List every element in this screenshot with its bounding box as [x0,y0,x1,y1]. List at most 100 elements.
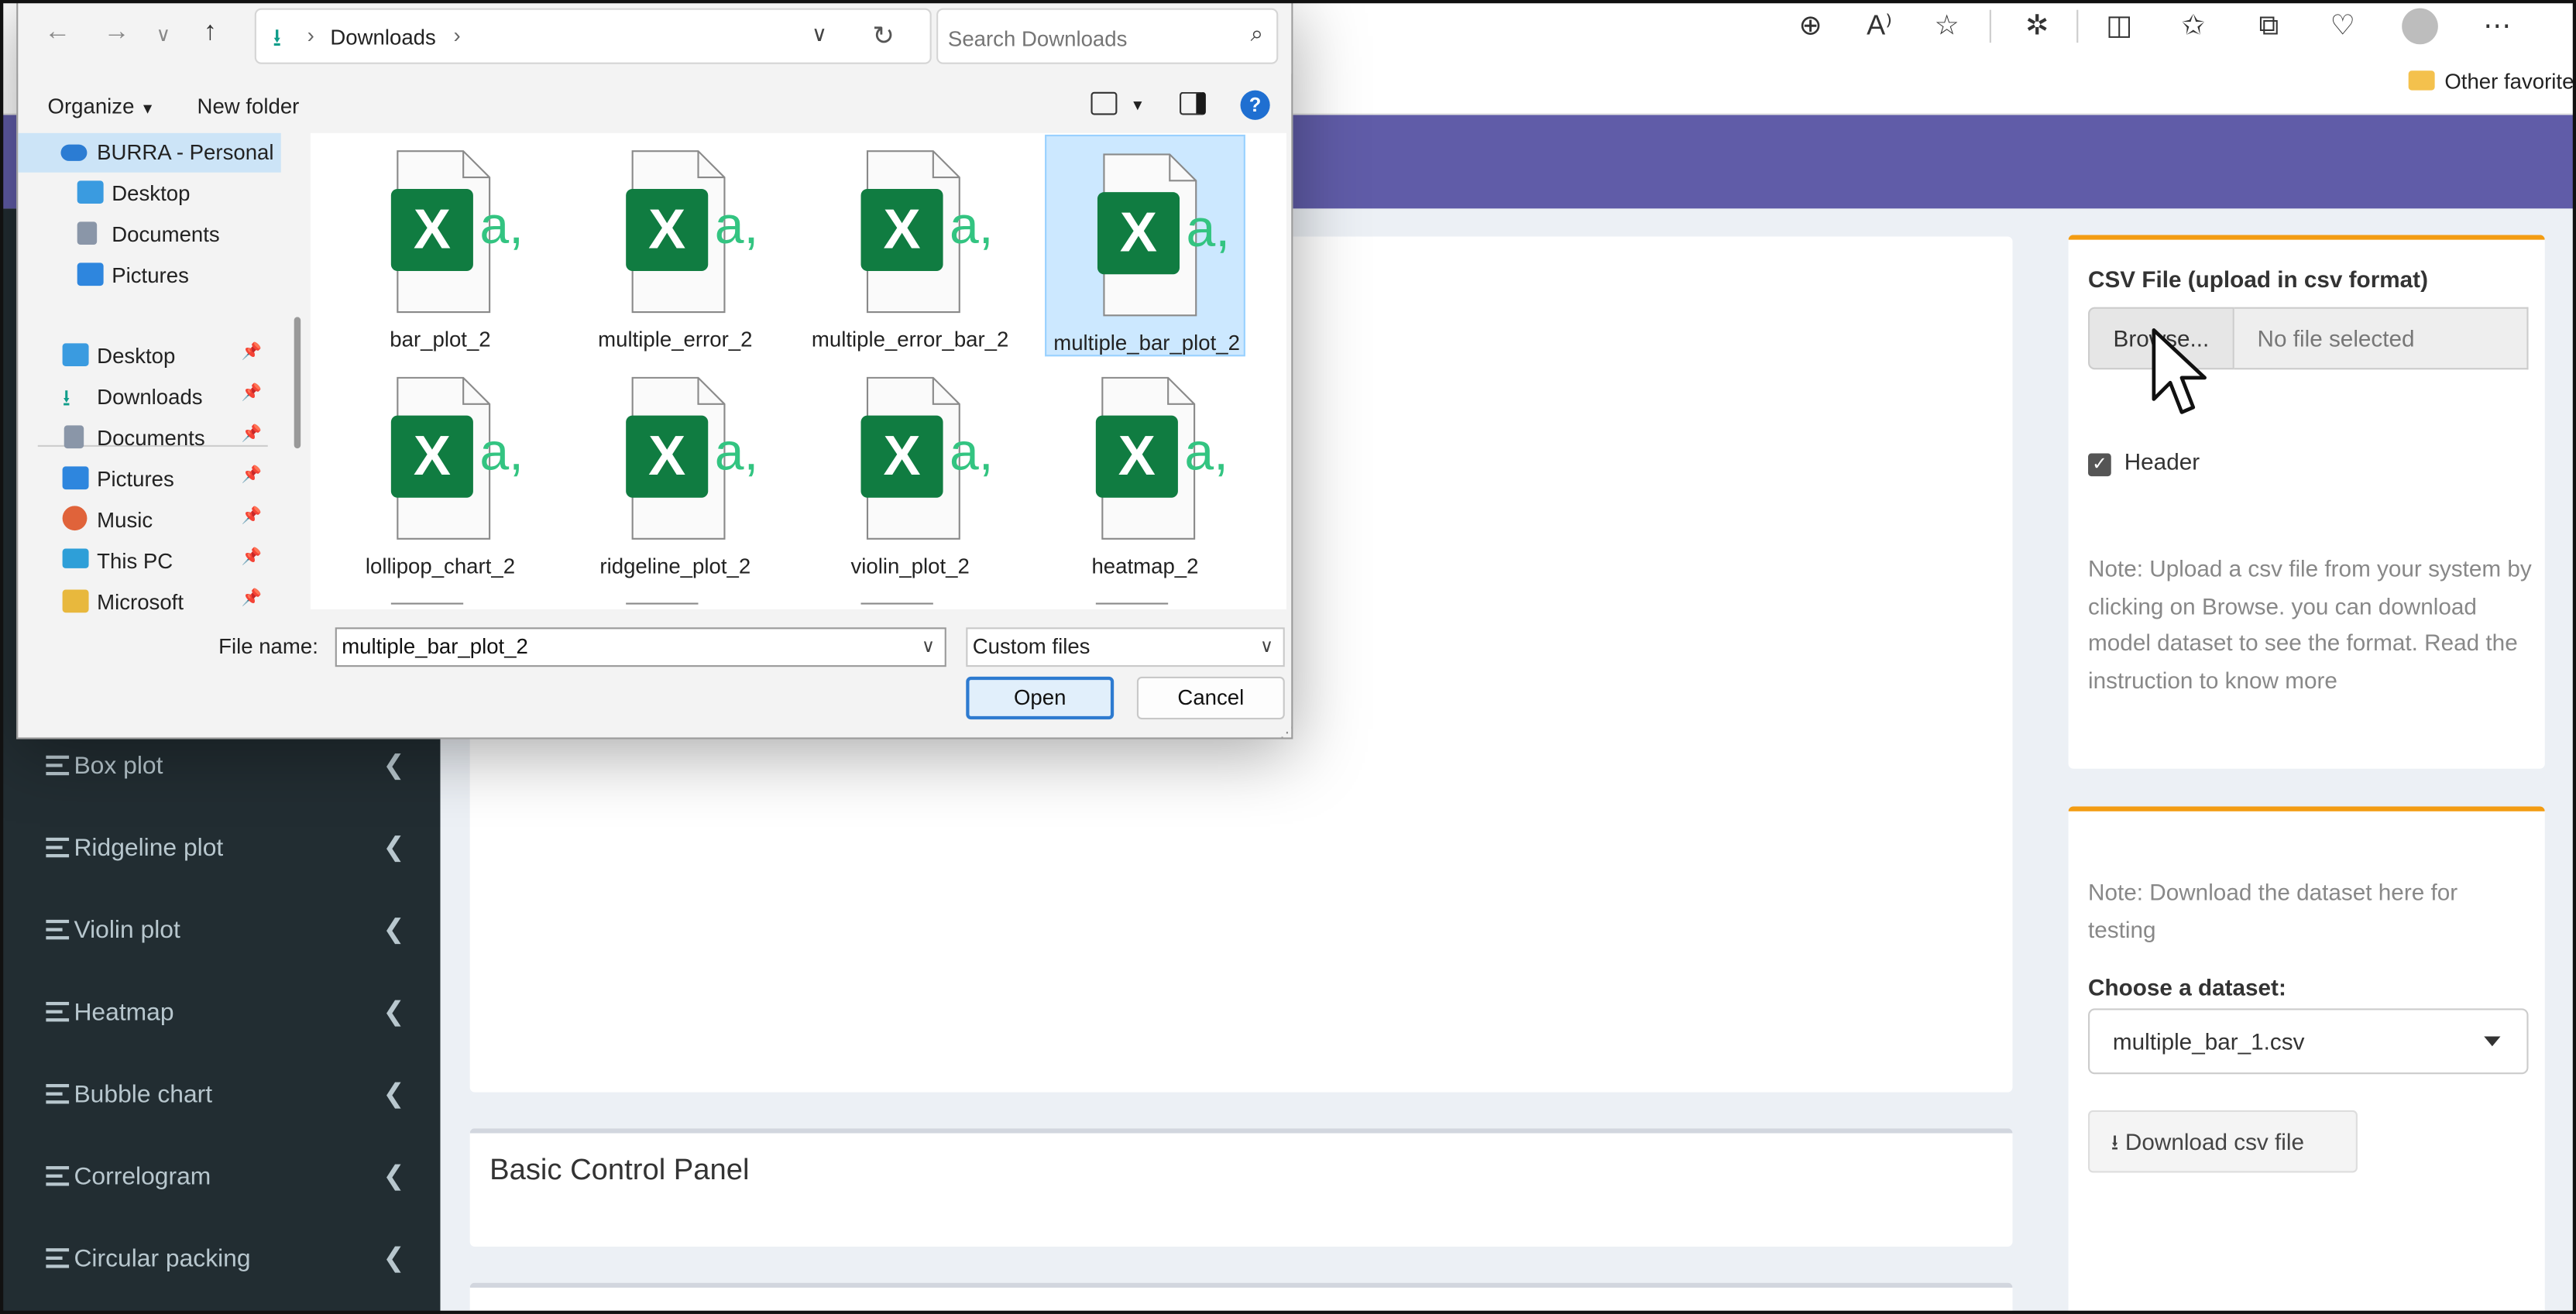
chevron-down-icon[interactable]: ∨ [922,629,935,665]
nav-item-label: Microsoft [97,589,184,615]
preview-pane-icon[interactable] [1180,91,1206,115]
file-list-pane: Xa, bar_plot_2 Xa, multiple_error_2 Xa, … [310,132,1286,609]
upload-note: Note: Upload a csv file from your system… [2088,554,2532,693]
health-icon[interactable]: ♡ [2323,9,2362,45]
breadcrumb-downloads[interactable]: Downloads [330,25,435,50]
file-item[interactable]: Xa, violin_plot_2 [810,360,1011,582]
other-favorites-label: Other favorite [2444,69,2574,94]
caret-down-icon: ▼ [140,100,156,117]
sidebar-item-box-plot[interactable]: Box plot ❮ [0,728,440,810]
sidebar-item-label: Heatmap [74,998,174,1027]
nav-item-this-pc-pinned[interactable]: This PC 📌 [18,542,280,582]
dataset-note: Note: Download the dataset here for test… [2088,878,2458,942]
file-type-select[interactable]: Custom files ∨ [966,627,1285,667]
sidebar-item-bubble-chart[interactable]: Bubble chart ❮ [0,1056,440,1138]
extensions-icon[interactable]: ✲ [2018,9,2057,45]
file-item[interactable]: Xa, multiple_error_2 [575,133,775,355]
chevron-left-icon: ❮ [383,916,405,945]
new-folder-button[interactable]: New folder [197,94,300,118]
documents-icon [77,221,98,245]
favorite-star-icon[interactable]: ☆ [1927,9,1966,45]
nav-item-pictures-pinned[interactable]: Pictures 📌 [18,460,280,499]
up-arrow-icon[interactable]: ↑ [204,18,217,47]
file-item[interactable]: Xa, heatmap_2 [1045,360,1245,582]
sidebar-item-label: Ridgeline plot [74,834,224,863]
file-name-input[interactable]: multiple_bar_plot_2 ∨ [335,627,946,667]
chevron-down-icon[interactable]: ∨ [812,22,827,48]
excel-file-icon: Xa, [1095,376,1228,540]
nav-item-label: Pictures [97,466,174,492]
file-name-display: No file selected [2234,307,2529,370]
file-open-dialog: ← → ∨ ↑ ⭳ › Downloads › ∨ ↻ ⌕ Organize ▼… [16,0,1293,739]
file-name-label: File name: [218,633,318,659]
nav-item-documents[interactable]: Documents [18,215,280,255]
nav-item-music-pinned[interactable]: Music 📌 [18,501,280,540]
sidebar-item-violin-plot[interactable]: Violin plot ❮ [0,892,440,974]
file-item[interactable]: Xa, lollipop_chart_2 [340,360,541,582]
menu-lines-icon [46,1001,70,1022]
nav-item-pictures[interactable]: Pictures [18,256,280,296]
nav-item-label: BURRA - Personal [97,139,274,165]
collections-icon[interactable]: ⧉ [2249,9,2289,45]
organize-button[interactable]: Organize ▼ [48,94,156,118]
nav-item-documents-pinned[interactable]: Documents 📌 [18,419,280,458]
zoom-icon[interactable]: ⊕ [1791,9,1830,45]
pin-icon: 📌 [241,343,263,362]
nav-item-desktop-pinned[interactable]: Desktop 📌 [18,337,280,376]
sidebar-item-correlogram[interactable]: Correlogram ❮ [0,1138,440,1220]
other-favorites[interactable]: Other favorite [2408,69,2574,94]
open-button[interactable]: Open [966,676,1115,720]
nav-item-onedrive[interactable]: BURRA - Personal [18,132,281,173]
refresh-icon[interactable]: ↻ [872,19,894,52]
download-icon: ⭳ [2111,1130,2119,1155]
forward-arrow-icon[interactable]: → [104,18,130,47]
split-screen-icon[interactable]: ◫ [2100,9,2139,45]
excel-file-icon: Xa, [390,149,524,314]
more-icon[interactable]: ⋯ [2478,9,2517,45]
desktop-icon [77,180,104,204]
file-name: lollipop_chart_2 [365,553,516,578]
view-options-caret-icon[interactable]: ▼ [1130,97,1145,113]
nav-scrollbar[interactable] [294,317,301,449]
sidebar-item-ridgeline-plot[interactable]: Ridgeline plot ❮ [0,810,440,892]
search-input[interactable] [947,21,1228,54]
profile-icon[interactable] [2400,8,2440,45]
file-item-partial [1095,602,1169,609]
header-checkbox[interactable]: ✓ [2088,453,2111,477]
recent-locations-icon[interactable]: ∨ [156,23,171,46]
breadcrumb-separator: › [307,22,314,48]
address-bar[interactable]: ⭳ › Downloads › ∨ ↻ [254,8,932,64]
nav-item-label: Documents [97,425,205,451]
cancel-button[interactable]: Cancel [1136,676,1285,720]
pin-icon: 📌 [241,425,263,444]
change-view-icon[interactable] [1091,91,1118,115]
downloads-icon: ⭳ [62,384,71,411]
dataset-select[interactable]: multiple_bar_1.csv [2088,1008,2529,1075]
pictures-icon [77,262,104,286]
file-name: multiple_bar_plot_2 [1053,330,1240,355]
dataset-box: Note: Download the dataset here for test… [2068,806,2545,1314]
nav-item-desktop[interactable]: Desktop [18,174,280,214]
nav-item-microsoft-pinned[interactable]: Microsoft 📌 [18,583,280,623]
sidebar-item-heatmap[interactable]: Heatmap ❮ [0,974,440,1056]
breadcrumb-separator: › [453,22,461,48]
favorites-icon[interactable]: ✩ [2173,9,2213,45]
dialog-command-bar: Organize ▼ New folder ▼ ? [18,77,1291,133]
folder-icon [2408,70,2435,91]
help-icon[interactable]: ? [1240,90,1270,120]
file-item[interactable]: Xa, ridgeline_plot_2 [575,360,775,582]
dataset-select-value: multiple_bar_1.csv [2112,1028,2305,1055]
download-csv-button[interactable]: ⭳ Download csv file [2088,1110,2358,1173]
nav-item-downloads-pinned[interactable]: ⭳ Downloads 📌 [18,378,280,417]
search-box[interactable]: ⌕ [936,8,1279,64]
file-name: heatmap_2 [1091,553,1199,578]
excel-file-icon: Xa, [860,149,994,314]
file-item[interactable]: Xa, bar_plot_2 [340,133,541,355]
sidebar-item-circular-packing[interactable]: Circular packing ❮ [0,1220,440,1302]
resize-grip-icon[interactable]: ⋰ [1279,724,1291,737]
read-aloud-icon[interactable]: A⁾ [1860,9,1899,45]
back-arrow-icon[interactable]: ← [44,18,70,47]
file-item-selected[interactable]: Xa, multiple_bar_plot_2 [1045,134,1245,357]
excel-file-icon: Xa, [390,376,524,540]
file-item[interactable]: Xa, multiple_error_bar_2 [810,133,1011,355]
